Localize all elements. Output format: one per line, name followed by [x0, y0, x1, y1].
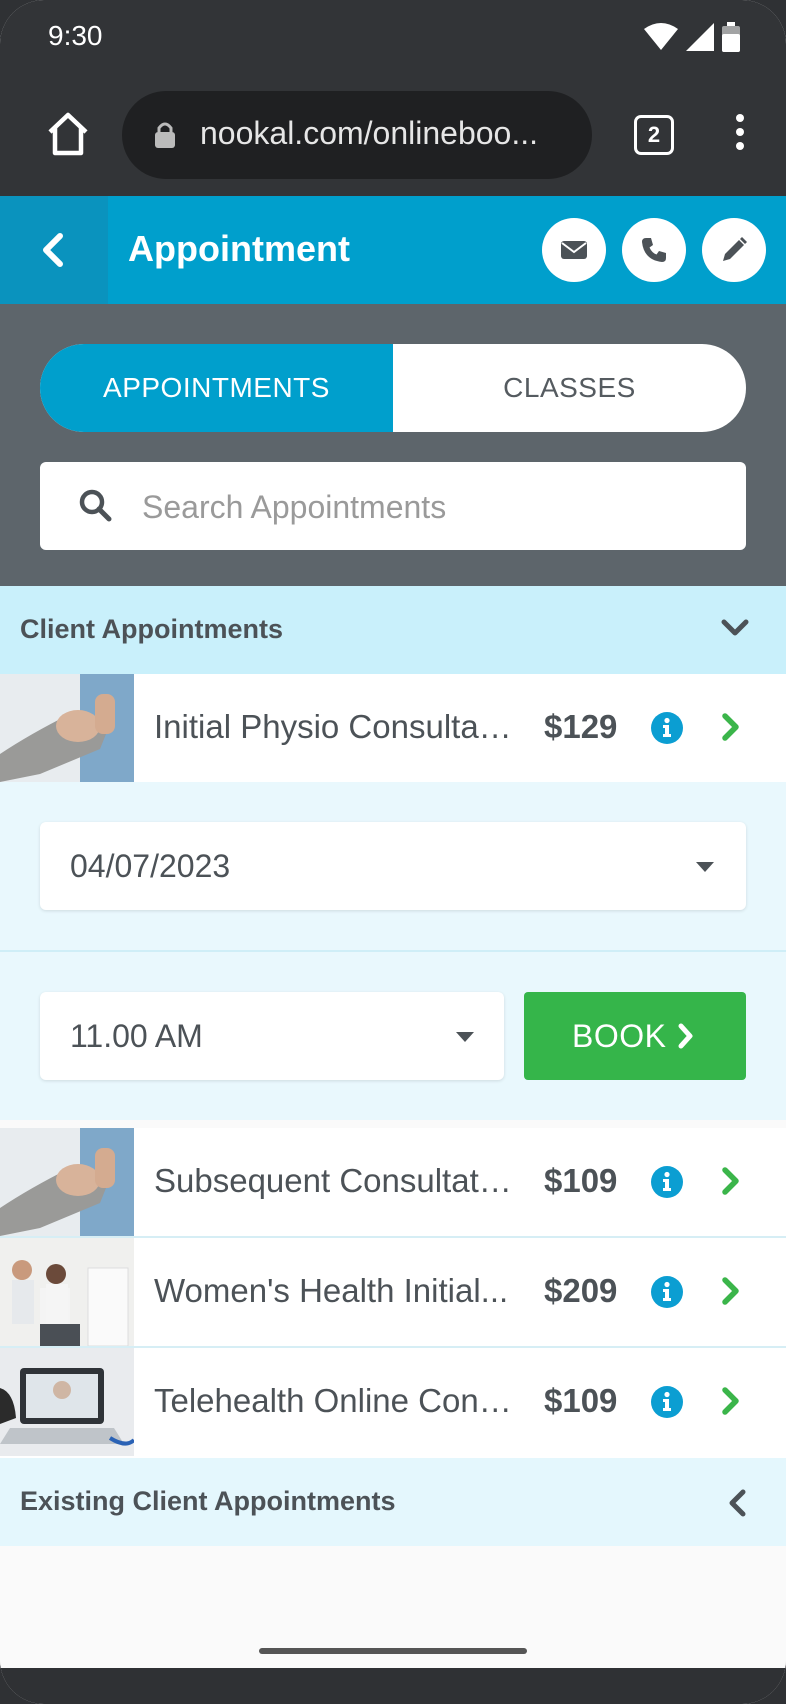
- caret-down-icon: [696, 862, 714, 872]
- appointment-price: $209: [544, 1272, 618, 1309]
- phone-icon: [642, 238, 666, 262]
- more-vert-icon: [736, 114, 744, 122]
- status-bar: 9:30: [0, 0, 786, 78]
- appointment-price: $129: [544, 708, 618, 745]
- list-item[interactable]: Subsequent Consultatio... $109: [0, 1128, 786, 1236]
- section-title: Client Appointments: [20, 614, 283, 644]
- appointment-title: Women's Health Initial...: [154, 1272, 509, 1309]
- lock-icon: [155, 122, 175, 148]
- time-value: 11.00 AM: [70, 1018, 203, 1054]
- back-button[interactable]: [0, 196, 108, 304]
- home-gesture-handle[interactable]: [259, 1648, 527, 1654]
- chevron-right-icon: [678, 1023, 693, 1049]
- page-title: Appointment: [128, 228, 350, 269]
- address-bar[interactable]: nookal.com/onlineboo...: [122, 91, 592, 179]
- battery-icon: [722, 22, 740, 52]
- phone-screen: 9:30 nookal.com/onlineboo... 2 Appointme…: [0, 0, 786, 1704]
- divider: [0, 950, 786, 952]
- search-input[interactable]: [140, 476, 704, 538]
- appointment-title: Initial Physio Consultati...: [154, 708, 514, 745]
- browser-toolbar: nookal.com/onlineboo... 2: [0, 78, 786, 196]
- existing-client-appointments-header[interactable]: Existing Client Appointments: [0, 1458, 786, 1546]
- appointment-thumbnail: [0, 1128, 134, 1236]
- system-navigation-bar: [0, 1668, 786, 1704]
- edit-button[interactable]: [702, 218, 766, 282]
- list-item[interactable]: Initial Physio Consultati... $129: [0, 674, 786, 782]
- app-header: Appointment: [0, 196, 786, 304]
- pencil-icon: [723, 237, 747, 261]
- filter-section: APPOINTMENTS CLASSES: [0, 304, 786, 586]
- appointment-price: $109: [544, 1382, 618, 1419]
- info-icon[interactable]: [650, 1275, 684, 1309]
- search-icon: [79, 489, 112, 522]
- chevron-left-icon: [729, 1489, 746, 1517]
- date-value: 04/07/2023: [70, 848, 231, 884]
- home-button[interactable]: [42, 108, 94, 160]
- url-text: nookal.com/onlineboo...: [200, 115, 538, 151]
- chevron-left-icon: [43, 233, 63, 267]
- segmented-control: APPOINTMENTS CLASSES: [40, 344, 746, 432]
- tab-switcher-button[interactable]: 2: [634, 115, 674, 155]
- client-appointments-header[interactable]: Client Appointments: [0, 586, 786, 674]
- chevron-down-icon: [721, 619, 749, 636]
- caret-down-icon: [456, 1032, 474, 1042]
- tab-appointments[interactable]: APPOINTMENTS: [40, 344, 393, 432]
- phone-button[interactable]: [622, 218, 686, 282]
- info-icon[interactable]: [650, 1385, 684, 1419]
- home-icon: [48, 112, 88, 156]
- date-select[interactable]: 04/07/2023: [40, 822, 746, 910]
- appointment-thumbnail: [0, 1238, 134, 1346]
- signal-icon: [686, 23, 714, 51]
- appointment-title: Telehealth Online Cons...: [154, 1382, 514, 1419]
- book-button[interactable]: BOOK: [524, 992, 746, 1080]
- appointment-price: $109: [544, 1162, 618, 1199]
- tab-classes[interactable]: CLASSES: [393, 344, 746, 432]
- email-button[interactable]: [542, 218, 606, 282]
- list-item[interactable]: Telehealth Online Cons... $109: [0, 1346, 786, 1458]
- info-icon[interactable]: [650, 1165, 684, 1199]
- info-icon[interactable]: [650, 711, 684, 745]
- browser-menu-button[interactable]: [728, 114, 752, 158]
- book-label: BOOK: [572, 1018, 667, 1054]
- section-title: Existing Client Appointments: [20, 1486, 396, 1516]
- list-item[interactable]: Women's Health Initial... $209: [0, 1236, 786, 1348]
- appointment-thumbnail: [0, 1348, 134, 1456]
- status-time: 9:30: [48, 20, 103, 51]
- booking-panel: 04/07/2023 11.00 AM BOOK: [0, 782, 786, 1120]
- wifi-icon: [644, 23, 678, 50]
- status-icons: [644, 22, 740, 52]
- chevron-right-icon[interactable]: [720, 1276, 742, 1306]
- envelope-icon: [561, 241, 587, 259]
- appointment-thumbnail: [0, 674, 134, 782]
- chevron-right-icon[interactable]: [720, 712, 742, 742]
- chevron-right-icon[interactable]: [720, 1166, 742, 1196]
- time-select[interactable]: 11.00 AM: [40, 992, 504, 1080]
- chevron-right-icon[interactable]: [720, 1386, 742, 1416]
- appointment-title: Subsequent Consultatio...: [154, 1162, 514, 1199]
- search-box: [40, 462, 746, 550]
